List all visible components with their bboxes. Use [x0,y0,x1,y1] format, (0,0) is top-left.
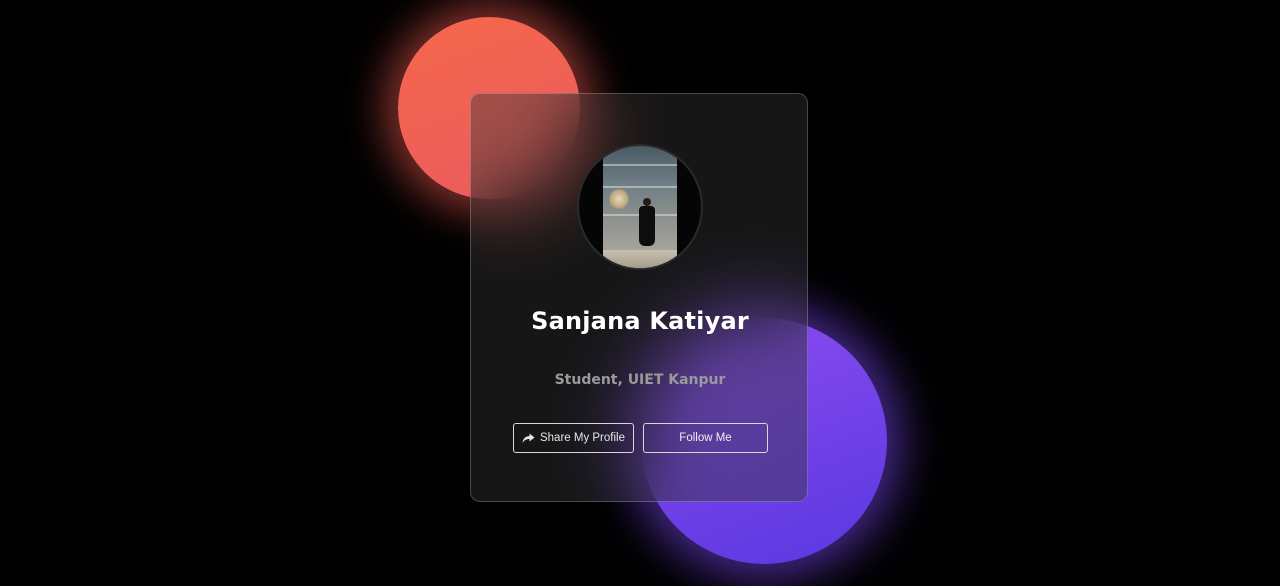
profile-role: Student, UIET Kanpur [554,372,726,388]
profile-photo [603,146,677,268]
share-button-label: Share My Profile [539,432,625,444]
share-profile-button[interactable]: Share My Profile [513,423,634,453]
follow-button[interactable]: Follow Me [643,423,768,453]
page-background: Sanjana Katiyar Student, UIET Kanpur Sha… [0,0,1280,586]
profile-name: Sanjana Katiyar [531,307,749,335]
profile-card: Sanjana Katiyar Student, UIET Kanpur Sha… [470,93,808,502]
avatar [577,144,703,270]
share-arrow-icon [522,433,535,444]
follow-button-label: Follow Me [679,432,732,444]
